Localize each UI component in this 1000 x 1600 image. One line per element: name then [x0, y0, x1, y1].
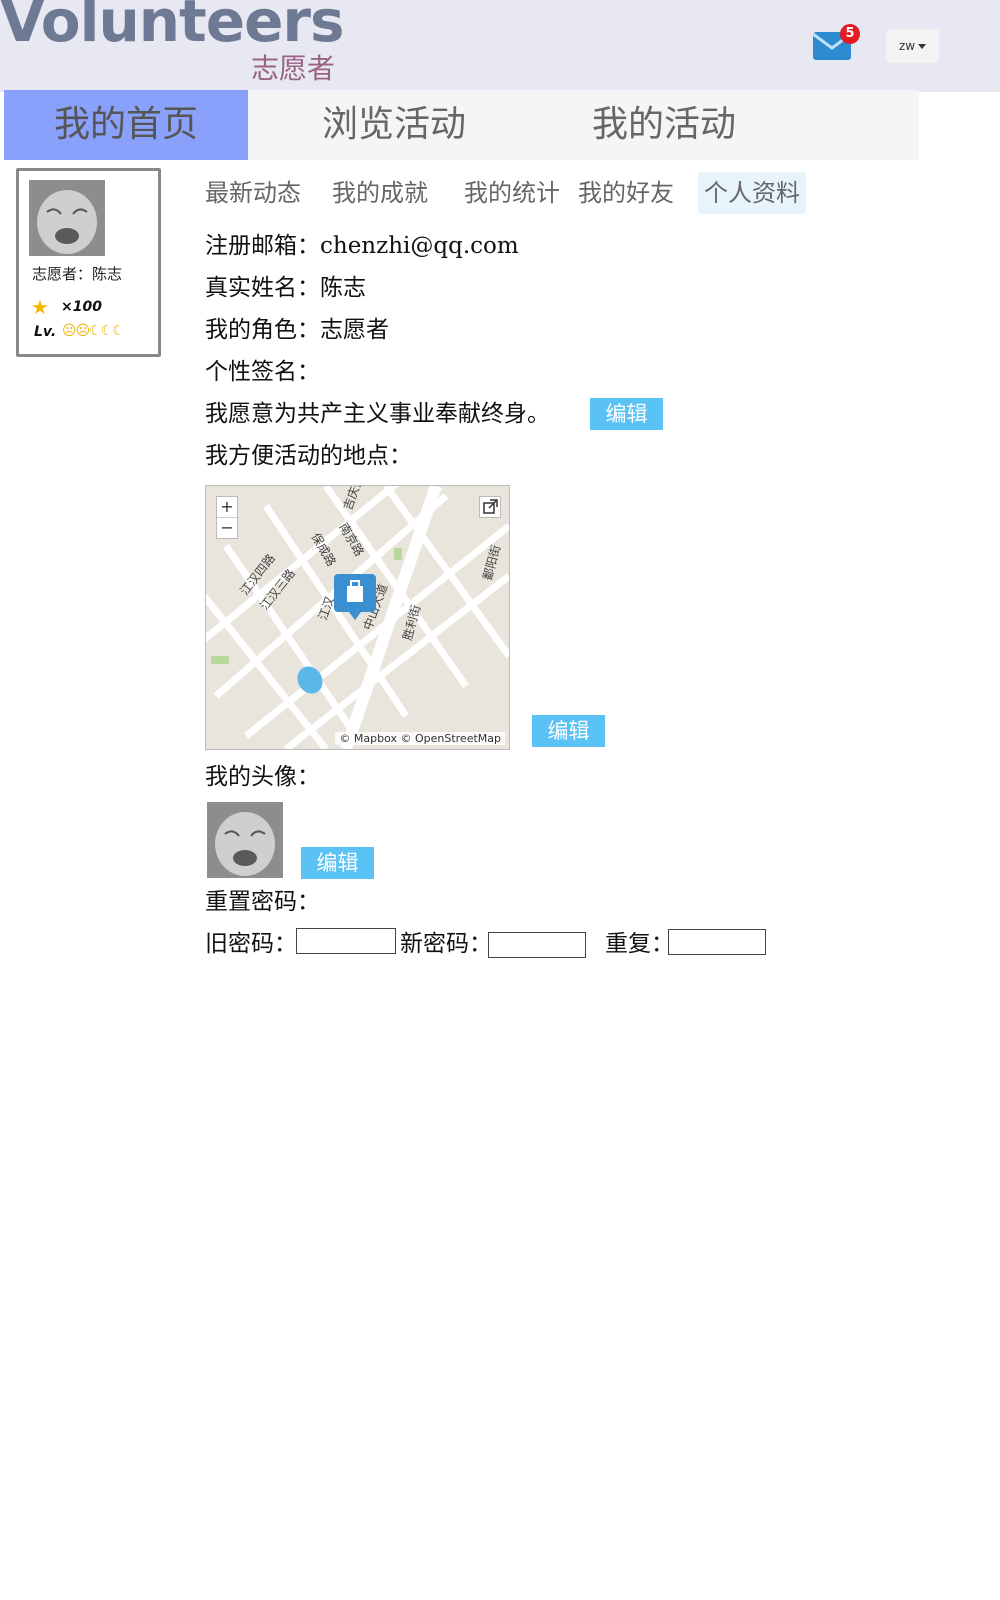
user-menu-button[interactable]: zw	[886, 29, 939, 63]
signature-label: 个性签名：	[205, 359, 320, 385]
old-password-label: 旧密码：	[205, 931, 297, 957]
expand-map-icon[interactable]	[479, 496, 501, 518]
location-label: 我方便活动的地点：	[205, 443, 412, 469]
new-password-label: 新密码：	[400, 931, 492, 957]
zoom-in-icon[interactable]: +	[217, 497, 237, 517]
tab-browse-activities[interactable]: 浏览活动	[274, 90, 514, 160]
mail-count-badge: 5	[840, 24, 860, 44]
zoom-out-icon[interactable]: −	[217, 517, 237, 538]
app-logo-subtitle: 志愿者	[251, 52, 336, 85]
profile-avatar	[207, 802, 283, 878]
edit-location-button[interactable]: 编辑	[532, 715, 605, 747]
top-header: Volunteers 志愿者 5 zw	[0, 0, 1000, 92]
profile-card: 志愿者：陈志 ★ ×100 Lv. ☹☹☾☾☾	[16, 168, 161, 357]
caret-down-icon	[918, 44, 927, 49]
subtab-statistics[interactable]: 我的统计	[464, 172, 560, 214]
repeat-password-label: 重复：	[605, 931, 674, 957]
volunteer-name: 志愿者：陈志	[32, 265, 123, 283]
repeat-password-input[interactable]	[668, 929, 766, 955]
subtab-profile[interactable]: 个人资料	[698, 172, 806, 214]
main-nav: 我的首页 浏览活动 我的活动	[4, 90, 919, 160]
level-label: Lv.	[34, 324, 57, 340]
avatar	[29, 180, 105, 256]
old-password-input[interactable]	[296, 928, 396, 954]
realname-line: 真实姓名：陈志	[205, 275, 366, 301]
email-line: 注册邮箱：chenzhi@qq.com	[205, 233, 519, 259]
reset-password-label: 重置密码：	[205, 889, 320, 915]
user-menu-label: zw	[898, 39, 916, 53]
signature-text: 我愿意为共产主义事业奉献终身。	[205, 401, 550, 427]
score-value: ×100	[61, 299, 102, 315]
subtab-achievements[interactable]: 我的成就	[332, 172, 428, 214]
app-logo: Volunteers	[0, 0, 345, 55]
new-password-input[interactable]	[488, 932, 586, 958]
subtab-friends[interactable]: 我的好友	[578, 172, 674, 214]
edit-signature-button[interactable]: 编辑	[590, 398, 663, 430]
edit-avatar-button[interactable]: 编辑	[301, 847, 374, 879]
location-map[interactable]: 江汉四路 江汉三路 保成路 南京路 吉庆街 中山大道 胜利街 鄱阳街 江汉 + …	[205, 485, 510, 750]
avatar-label: 我的头像：	[205, 764, 320, 790]
star-icon: ★	[31, 295, 49, 319]
tab-my-activities[interactable]: 我的活动	[544, 90, 784, 160]
map-tiles: 江汉四路 江汉三路 保成路 南京路 吉庆街 中山大道 胜利街 鄱阳街 江汉	[206, 486, 509, 749]
role-line: 我的角色：志愿者	[205, 317, 389, 343]
map-attribution[interactable]: © Mapbox © OpenStreetMap	[335, 732, 505, 745]
map-zoom-controls: + −	[216, 496, 238, 539]
subtab-latest-news[interactable]: 最新动态	[205, 172, 301, 214]
level-icons: ☹☹☾☾☾	[62, 323, 125, 339]
tab-my-home[interactable]: 我的首页	[4, 90, 248, 160]
